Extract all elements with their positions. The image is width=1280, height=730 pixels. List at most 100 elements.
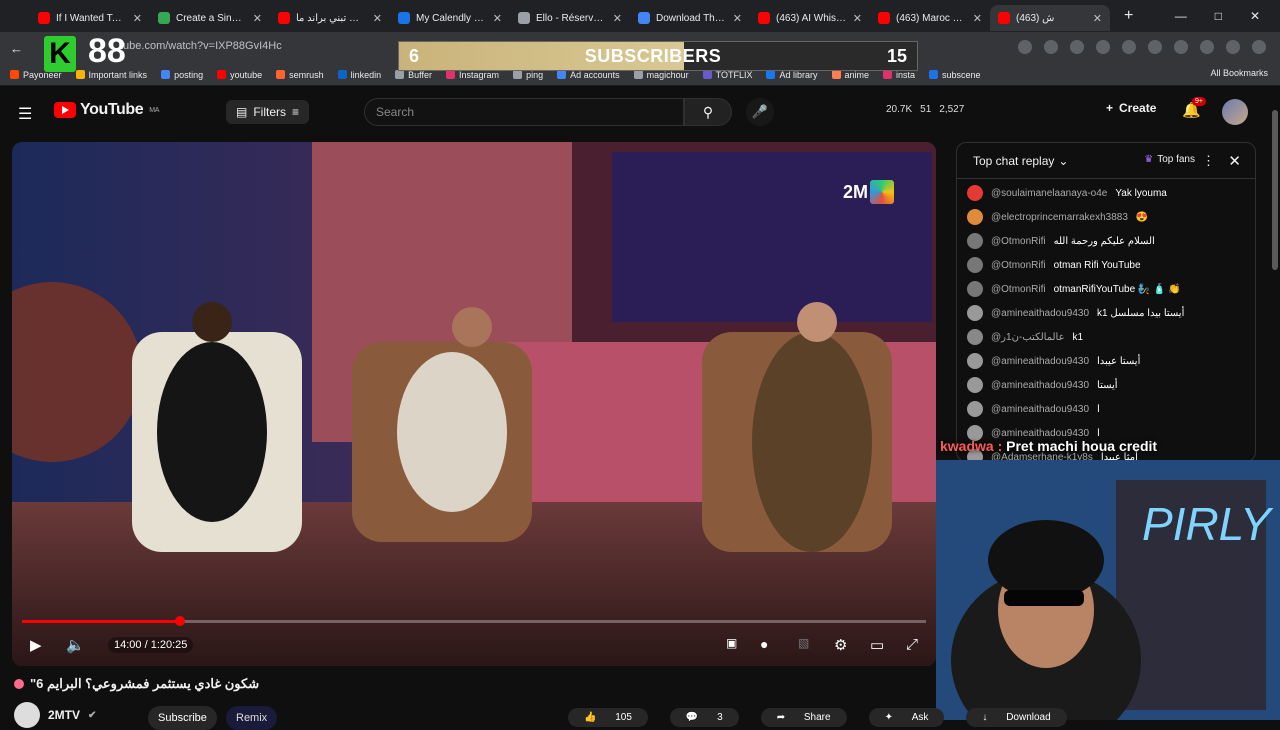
bookmark-item[interactable]: subscene [929,70,981,80]
chat-author[interactable]: @amineaithadou9430 [991,380,1089,391]
extension-icon[interactable] [1018,40,1032,54]
bookmark-item[interactable]: Important links [75,70,147,80]
close-tab-icon[interactable]: ✕ [133,12,142,25]
chat-author-avatar[interactable] [967,401,983,417]
close-tab-icon[interactable]: ✕ [733,12,742,25]
close-icon[interactable]: ✕ [1228,152,1241,170]
bookmark-item[interactable]: TOTFLIX [702,70,752,80]
chat-author[interactable]: @OtmonRifi [991,284,1046,295]
extension-icon[interactable] [1044,40,1058,54]
extension-icon[interactable] [1200,40,1214,54]
extension-icon[interactable] [1122,40,1136,54]
extension-icon[interactable] [1096,40,1110,54]
menu-icon[interactable] [1252,40,1266,54]
top-fans-button[interactable]: ♛ Top fans [1144,154,1195,165]
captions-icon[interactable]: ▧ [798,636,809,650]
chat-author[interactable]: @OtmonRifi [991,236,1046,247]
extension-icon[interactable] [1148,40,1162,54]
miniplayer-icon[interactable]: ▭ [870,636,884,654]
close-tab-icon[interactable]: ✕ [373,12,382,25]
browser-tab[interactable]: (463) ش ✕ [990,5,1110,31]
browser-tab[interactable]: My Calendly - Sc ✕ [390,5,510,31]
hamburger-menu-icon[interactable]: ☰ [18,104,32,124]
chat-author-avatar[interactable] [967,305,983,321]
ask-button[interactable]: ✦ Ask [868,708,945,727]
fullscreen-icon[interactable]: ⤢ [906,636,918,653]
minimize-icon[interactable]: — [1175,9,1187,23]
page-scroll-thumb[interactable] [1272,110,1278,270]
chat-author[interactable]: @OtmonRifi [991,260,1046,271]
chat-author[interactable]: @amineaithadou9430 [991,356,1089,367]
chat-author[interactable]: @amineaithadou9430 [991,404,1089,415]
notifications-button[interactable]: 🔔 9+ [1182,97,1206,119]
close-tab-icon[interactable]: ✕ [493,12,502,25]
chat-author[interactable]: @عالمالكتب-ن1ر [991,332,1065,343]
comments-button[interactable]: 💬 3 [669,708,739,727]
browser-tab[interactable]: Download The U ✕ [630,5,750,31]
play-icon[interactable]: ▶ [30,636,42,654]
youtube-logo[interactable]: YouTube MA [54,101,159,119]
chat-author-avatar[interactable] [967,281,983,297]
browser-tab[interactable]: Ello - Réservation ✕ [510,5,630,31]
search-input[interactable]: Search [364,98,684,126]
chat-author[interactable]: @soulaimanelaanaya-o4e [991,188,1107,199]
all-bookmarks-button[interactable]: All Bookmarks [1210,68,1268,78]
filters-button[interactable]: ▤ Filters ≡ [226,100,310,124]
close-tab-icon[interactable]: ✕ [253,12,262,25]
search-button[interactable]: ⚲ [684,98,732,126]
bookmark-item[interactable]: ping [513,70,543,80]
video-player[interactable]: 2M ▶ 🔈 14:00 / 1:20:25 ▣ ● ▧ ⚙ ▭ ⤢ [12,142,936,666]
close-tab-icon[interactable]: ✕ [1093,12,1102,25]
profile-icon[interactable] [1226,40,1240,54]
channel-avatar[interactable] [14,702,40,728]
create-button[interactable]: + Create [1106,101,1156,115]
bookmark-item[interactable]: anime [831,70,869,80]
settings-gear-icon[interactable]: ⚙ [834,636,847,654]
chat-author-avatar[interactable] [967,377,983,393]
avatar[interactable] [1222,99,1248,125]
autoplay-toggle[interactable]: ● [760,636,768,652]
browser-tab[interactable]: كيف تبني براند ما ✕ [270,5,390,31]
chat-mode-dropdown[interactable]: Top chat replay [973,154,1054,168]
chat-author-avatar[interactable] [967,329,983,345]
like-button[interactable]: 👍 105 [568,708,648,727]
bookmark-item[interactable]: Ad accounts [557,70,620,80]
page-scrollbar[interactable] [1272,92,1278,712]
chat-author-avatar[interactable] [967,209,983,225]
chat-author-avatar[interactable] [967,185,983,201]
new-tab-button[interactable]: + [1124,7,1133,25]
subscribe-button[interactable]: Subscribe [148,706,217,730]
chevron-down-icon[interactable]: ⌄ [1058,154,1068,168]
browser-tab[interactable]: (463) AI Whistleb ✕ [750,5,870,31]
browser-tab[interactable]: If I Wanted To Gr ✕ [30,5,150,31]
bookmark-item[interactable]: insta [883,70,915,80]
chat-author[interactable]: @electroprincemarrakexh3883 [991,212,1128,223]
voice-search-button[interactable]: 🎤 [746,98,774,126]
url-field[interactable]: tube.com/watch?v=IXP88GvI4Hc [120,40,282,52]
more-options-icon[interactable]: ⋮ [1202,153,1215,169]
chat-author-avatar[interactable] [967,257,983,273]
extension-icon[interactable] [1174,40,1188,54]
bookmark-item[interactable]: linkedin [337,70,381,80]
browser-tab[interactable]: Create a Single-U ✕ [150,5,270,31]
extension-icon[interactable] [1070,40,1084,54]
close-tab-icon[interactable]: ✕ [973,12,982,25]
back-icon[interactable]: ← [10,41,23,56]
close-tab-icon[interactable]: ✕ [853,12,862,25]
progress-bar[interactable] [22,616,926,626]
bookmark-item[interactable]: semrush [276,70,324,80]
chat-author-avatar[interactable] [967,233,983,249]
bookmark-item[interactable]: Ad library [766,70,818,80]
bookmark-item[interactable]: Buffer [395,70,432,80]
remix-button[interactable]: Remix [226,706,278,730]
frame-capture-icon[interactable]: ▣ [726,636,737,650]
browser-tab[interactable]: (463) Maroc Tech ✕ [870,5,990,31]
share-button[interactable]: ➦ Share [760,708,847,727]
chat-author[interactable]: @amineaithadou9430 [991,308,1089,319]
chat-author-avatar[interactable] [967,353,983,369]
bookmark-item[interactable]: posting [161,70,203,80]
bookmark-item[interactable]: Instagram [446,70,499,80]
download-button[interactable]: ↓ Download [966,708,1067,727]
close-window-icon[interactable]: ✕ [1250,9,1260,23]
close-tab-icon[interactable]: ✕ [613,12,622,25]
